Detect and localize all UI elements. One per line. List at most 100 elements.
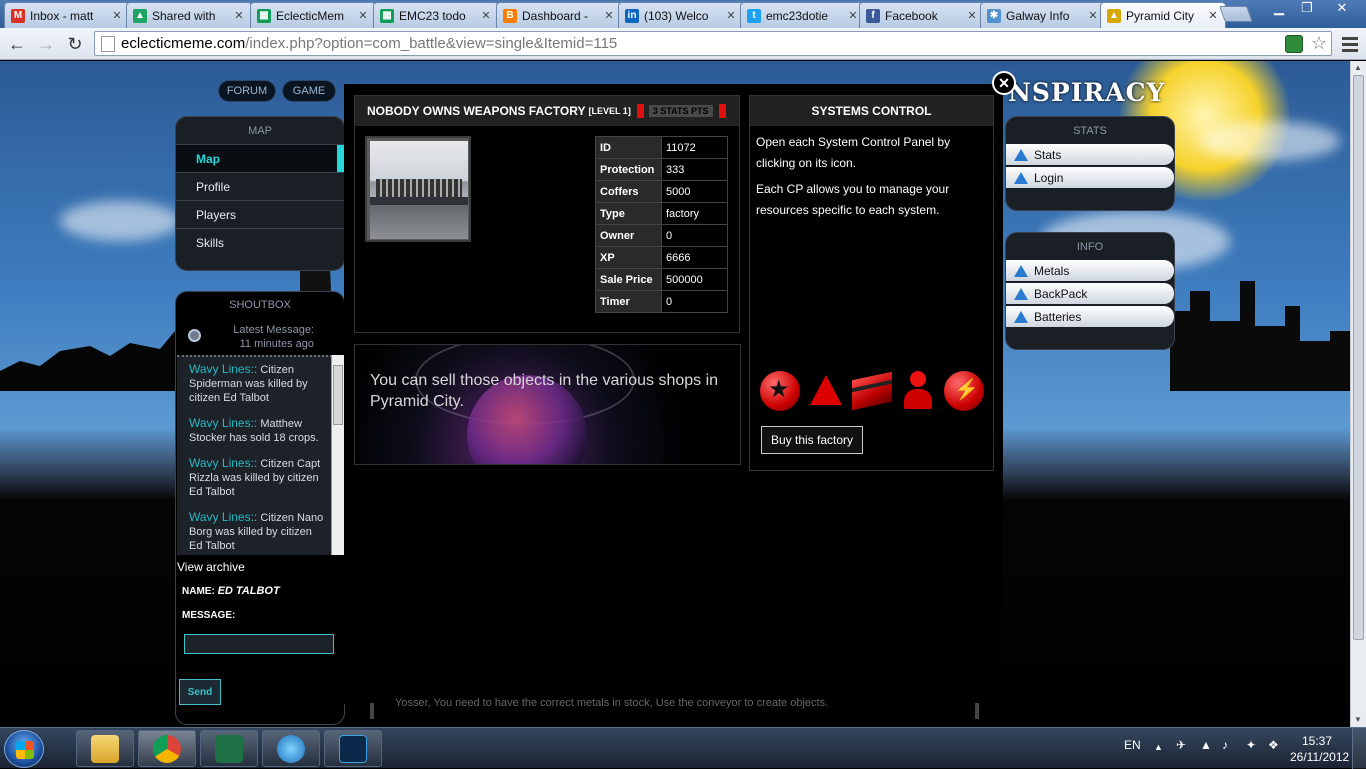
bookmark-star-icon[interactable]: ☆ [1311,33,1327,54]
tab-close-icon[interactable]: ✕ [233,9,245,22]
browser-tab[interactable]: ▦ EclecticMem ✕ [250,2,376,28]
browser-tab[interactable]: ✱ Galway Info ✕ [980,2,1106,28]
tab-close-icon[interactable]: ✕ [966,9,978,22]
conveyor-cp-icon[interactable] [852,371,892,411]
stats-link-label: Stats [1034,147,1062,162]
address-bar[interactable]: eclecticmeme.com/index.php?option=com_ba… [94,31,1332,56]
shout-author[interactable]: Wavy Lines:: [189,416,257,430]
nav-item-skills[interactable]: Skills [176,228,344,256]
show-hidden-icons-icon[interactable]: ▲ [1154,742,1163,752]
game-button[interactable]: GAME [282,80,336,102]
settings-icon[interactable] [188,329,201,342]
new-tab-button[interactable] [1219,6,1253,22]
browser-tab[interactable]: B Dashboard - ✕ [496,2,622,28]
network-icon[interactable]: ✦ [1246,738,1256,752]
stat-value: 11072 [661,136,728,159]
photoshop-taskbar-button[interactable] [324,730,382,767]
show-desktop-button[interactable] [1352,728,1366,769]
browser-tab[interactable]: ▲ Shared with ✕ [126,2,252,28]
minimize-window-button[interactable]: ▁ [1266,0,1292,20]
extension-icon[interactable] [1285,35,1303,53]
stats-link[interactable]: Stats [1006,144,1174,165]
browser-tab[interactable]: in (103) Welco ✕ [618,2,744,28]
maximize-window-button[interactable]: ❐ [1294,0,1320,20]
close-modal-icon[interactable]: ✕ [992,71,1016,95]
pyramid-icon [1014,264,1028,277]
browser-tab[interactable]: f Facebook ✕ [859,2,985,28]
shout-message-input[interactable] [184,634,334,654]
scroll-up-icon[interactable]: ▲ [1354,63,1362,72]
language-indicator[interactable]: EN [1124,738,1141,752]
shout-author[interactable]: Wavy Lines:: [189,456,257,470]
backpack-link[interactable]: BackPack [1006,283,1174,304]
nav-item-players[interactable]: Players [176,200,344,228]
folder-icon [91,734,119,763]
person-cp-icon[interactable] [898,371,938,411]
stat-value: 500000 [661,268,728,291]
tab-close-icon[interactable]: ✕ [603,9,615,22]
tab-close-icon[interactable]: ✕ [847,9,859,22]
tab-close-icon[interactable]: ✕ [357,9,369,22]
tab-close-icon[interactable]: ✕ [1207,9,1219,22]
browser-tab[interactable]: ▲ Pyramid City ✕ [1100,2,1226,28]
lightning-cp-icon[interactable] [944,371,984,411]
tab-label: Dashboard - [522,8,589,23]
stat-key: Timer [595,290,662,313]
view-archive-link[interactable]: View archive [177,560,245,574]
pyramid-cp-icon[interactable] [806,371,846,411]
forum-button[interactable]: FORUM [218,80,276,102]
pyramid-icon [1014,287,1028,300]
tab-label: (103) Welco [644,8,709,23]
page-scrollbar[interactable]: ▲ ▼ [1350,61,1366,727]
explorer-taskbar-button[interactable] [76,730,134,767]
nav-item-profile[interactable]: Profile [176,172,344,200]
send-button[interactable]: Send [179,679,221,705]
latest-message-label: Latest Message: [233,324,314,336]
tab-close-icon[interactable]: ✕ [111,9,123,22]
browser-tab[interactable]: t emc23dotie ✕ [740,2,866,28]
joomla-icon: ✱ [987,8,1001,23]
stat-key: ID [595,136,662,159]
shout-author[interactable]: Wavy Lines:: [189,510,257,524]
page-scroll-thumb[interactable] [1353,75,1364,640]
shoutbox-header: SHOUTBOX [229,299,291,311]
system-clock[interactable]: 15:37 26/11/2012 [1290,733,1350,765]
chrome-menu-icon[interactable] [1340,34,1360,54]
browser-tab[interactable]: M Inbox - matt ✕ [4,2,130,28]
browser-tab[interactable]: ▦ EMC23 todo ✕ [373,2,499,28]
back-icon[interactable]: ← [6,33,28,55]
tab-close-icon[interactable]: ✕ [480,9,492,22]
buy-factory-button[interactable]: Buy this factory [761,426,864,454]
close-window-button[interactable]: ✕ [1322,0,1362,20]
start-button[interactable] [4,730,44,768]
scroll-down-icon[interactable]: ▼ [1354,715,1362,724]
shout-author[interactable]: Wavy Lines:: [189,362,257,376]
excel-taskbar-button[interactable] [200,730,258,767]
metals-link[interactable]: Metals [1006,260,1174,281]
clock-date: 26/11/2012 [1290,750,1350,764]
star-cp-icon[interactable] [760,371,800,411]
tab-close-icon[interactable]: ✕ [725,9,737,22]
shoutbox-scrollbar[interactable] [331,355,344,555]
tab-label: Pyramid City [1126,8,1195,23]
forward-icon[interactable]: → [35,33,57,55]
batteries-link[interactable]: Batteries [1006,306,1174,327]
pin-icon[interactable]: ✈ [1176,738,1186,752]
table-row: Timer 0 [595,290,728,313]
tab-close-icon[interactable]: ✕ [1087,9,1099,22]
control-panel-icons [760,371,984,411]
itunes-taskbar-button[interactable] [262,730,320,767]
reload-icon[interactable]: ↻ [64,33,86,55]
nav-item-map[interactable]: Map [176,144,345,173]
login-link[interactable]: Login [1006,167,1174,188]
info-message: You can sell those objects in the variou… [370,372,719,410]
dropbox-icon[interactable]: ❖ [1268,738,1279,752]
volume-icon[interactable]: ♪ [1222,738,1228,752]
stat-value: factory [661,202,728,225]
drive-sync-icon[interactable]: ▲ [1200,738,1212,752]
shout-name: NAME: ED TALBOT [182,585,280,597]
shoutbox-scroll-thumb[interactable] [333,365,343,425]
browser-toolbar: ← → ↻ eclecticmeme.com/index.php?option=… [0,28,1366,60]
web-page: NSPIRACY FORUM GAME MAP Map Profile Play… [0,61,1350,727]
chrome-taskbar-button[interactable] [138,730,196,767]
